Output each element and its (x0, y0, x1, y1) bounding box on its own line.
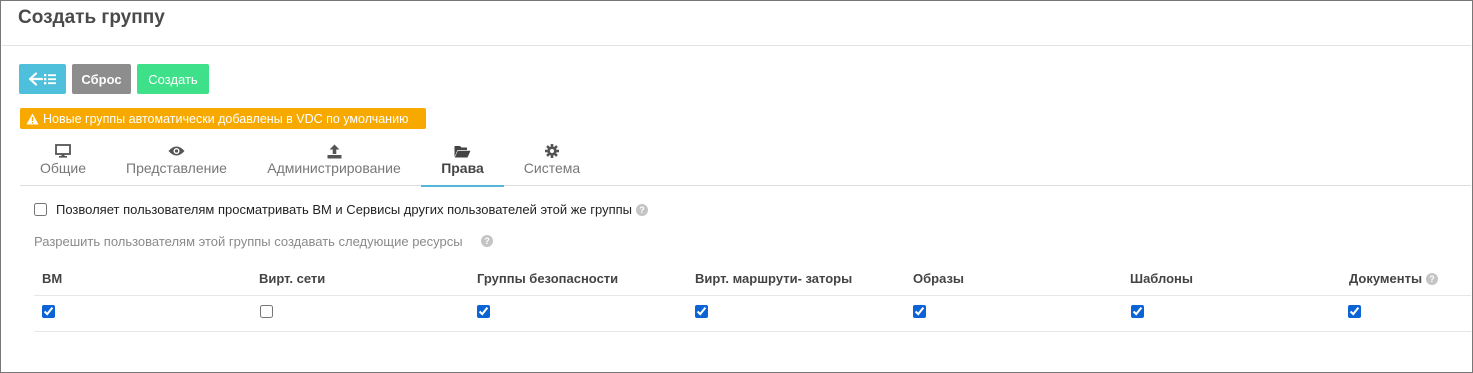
tab-label: Представление (126, 160, 227, 176)
notice-text: Новые группы автоматически добавлены в V… (43, 111, 409, 126)
create-button[interactable]: Создать (137, 64, 209, 94)
vrouters-checkbox[interactable] (695, 305, 708, 318)
help-icon[interactable]: ? (1426, 272, 1439, 285)
templates-checkbox[interactable] (1131, 305, 1144, 318)
arrow-left-list-icon (28, 72, 56, 86)
table-row (34, 296, 1471, 332)
allow-create-label: Разрешить пользователям этой группы созд… (34, 234, 463, 249)
view-others-checkbox[interactable] (34, 203, 47, 216)
column-header-vm: ВМ (42, 271, 63, 286)
vm-checkbox[interactable] (42, 305, 55, 318)
tab-label: Система (523, 160, 581, 176)
tab-general[interactable]: Общие (38, 139, 88, 186)
gear-icon (545, 142, 559, 160)
tab-label: Общие (39, 160, 87, 176)
tab-administration[interactable]: Администрирование (266, 139, 402, 186)
tab-label: Права (441, 160, 484, 176)
documents-checkbox[interactable] (1348, 305, 1361, 318)
eye-icon (168, 142, 185, 160)
tab-permissions[interactable]: Права (421, 139, 504, 187)
vnet-checkbox[interactable] (260, 305, 273, 318)
column-header-images: Образы (913, 271, 965, 286)
help-icon[interactable]: ? (481, 234, 493, 252)
title-divider (2, 45, 1471, 46)
column-header-security-groups: Группы безопасности (477, 271, 619, 286)
column-header-vrouters: Вирт. маршрути- заторы (695, 271, 853, 286)
images-checkbox[interactable] (913, 305, 926, 318)
column-header-vnet: Вирт. сети (259, 271, 326, 286)
svg-text:?: ? (639, 205, 645, 215)
back-to-list-button[interactable] (19, 64, 66, 94)
column-header-label: Документы (1349, 271, 1423, 286)
svg-text:?: ? (1429, 274, 1435, 284)
column-header-templates: Шаблоны (1130, 271, 1193, 286)
column-header-documents: Документы ? (1349, 271, 1439, 286)
create-group-panel: Создать группу Сброс Создать Новые групп… (0, 0, 1473, 373)
tab-system[interactable]: Система (521, 139, 583, 186)
view-others-option: Позволяет пользователям просматривать ВМ… (34, 202, 648, 217)
upload-icon (327, 142, 342, 160)
tab-bar: Общие Представление Администрирование Пр… (20, 139, 1471, 187)
folder-open-icon (454, 142, 471, 160)
reset-button[interactable]: Сброс (72, 64, 131, 94)
tab-presentation[interactable]: Представление (125, 139, 228, 186)
svg-text:?: ? (484, 236, 490, 246)
monitor-icon (55, 142, 71, 160)
default-vdc-notice: Новые группы автоматически добавлены в V… (20, 108, 426, 129)
warning-icon (26, 113, 39, 125)
resource-permissions-table: ВМ Вирт. сети Группы безопасности Вирт. … (34, 261, 1471, 332)
security-groups-checkbox[interactable] (477, 305, 490, 318)
view-others-label: Позволяет пользователям просматривать ВМ… (56, 202, 632, 217)
help-icon[interactable]: ? (636, 203, 648, 216)
table-header: ВМ Вирт. сети Группы безопасности Вирт. … (34, 261, 1471, 296)
page-title: Создать группу (18, 7, 165, 28)
tab-label: Администрирование (267, 160, 401, 176)
